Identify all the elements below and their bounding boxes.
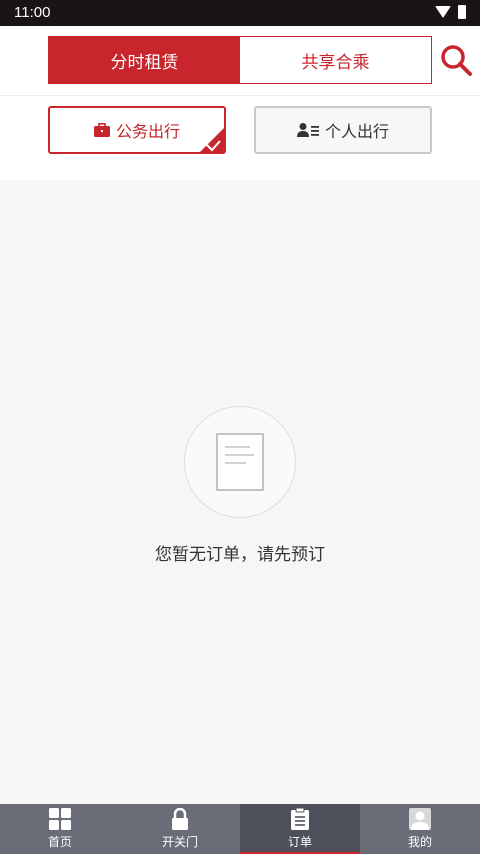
header: 分时租赁 共享合乘 xyxy=(0,26,480,96)
tab-orders-label: 订单 xyxy=(287,835,312,849)
service-segmented-control: 分时租赁 共享合乘 xyxy=(48,36,432,84)
battery-icon xyxy=(458,5,466,19)
personal-travel-button[interactable]: 个人出行 xyxy=(254,106,432,154)
grid-icon xyxy=(49,808,71,830)
wifi-icon xyxy=(435,6,451,18)
clipboard-icon xyxy=(291,808,309,830)
business-travel-label: 公务出行 xyxy=(115,122,180,141)
checkmark-icon xyxy=(200,128,224,152)
status-icons xyxy=(435,5,466,19)
tab-home-label: 首页 xyxy=(47,835,72,849)
empty-state-circle xyxy=(184,406,296,518)
tab-home[interactable]: 首页 xyxy=(0,804,120,854)
empty-state: 您暂无订单，请先预订 xyxy=(0,406,480,565)
search-button[interactable] xyxy=(438,42,474,78)
document-icon xyxy=(216,433,264,491)
status-bar: 11:00 xyxy=(0,0,480,26)
tab-door-control[interactable]: 开关门 xyxy=(120,804,240,854)
briefcase-icon xyxy=(93,123,110,137)
tab-shared-carpool[interactable]: 共享合乘 xyxy=(240,37,431,83)
status-time: 11:00 xyxy=(14,4,51,21)
bottom-tab-bar: 首页 开关门 订单 我的 xyxy=(0,804,480,854)
tab-door-control-label: 开关门 xyxy=(161,835,198,849)
person-list-icon xyxy=(296,123,319,137)
user-icon xyxy=(409,808,431,830)
lock-icon xyxy=(171,808,189,830)
tab-mine[interactable]: 我的 xyxy=(360,804,480,854)
tab-mine-label: 我的 xyxy=(407,835,432,849)
travel-type-row: 公务出行 个人出行 xyxy=(0,96,480,180)
empty-state-message: 您暂无订单，请先预订 xyxy=(155,545,325,565)
personal-travel-label: 个人出行 xyxy=(324,122,389,141)
tab-orders[interactable]: 订单 xyxy=(240,804,360,854)
tab-time-share-rental[interactable]: 分时租赁 xyxy=(49,37,240,83)
business-travel-button[interactable]: 公务出行 xyxy=(48,106,226,154)
search-icon xyxy=(441,45,472,76)
